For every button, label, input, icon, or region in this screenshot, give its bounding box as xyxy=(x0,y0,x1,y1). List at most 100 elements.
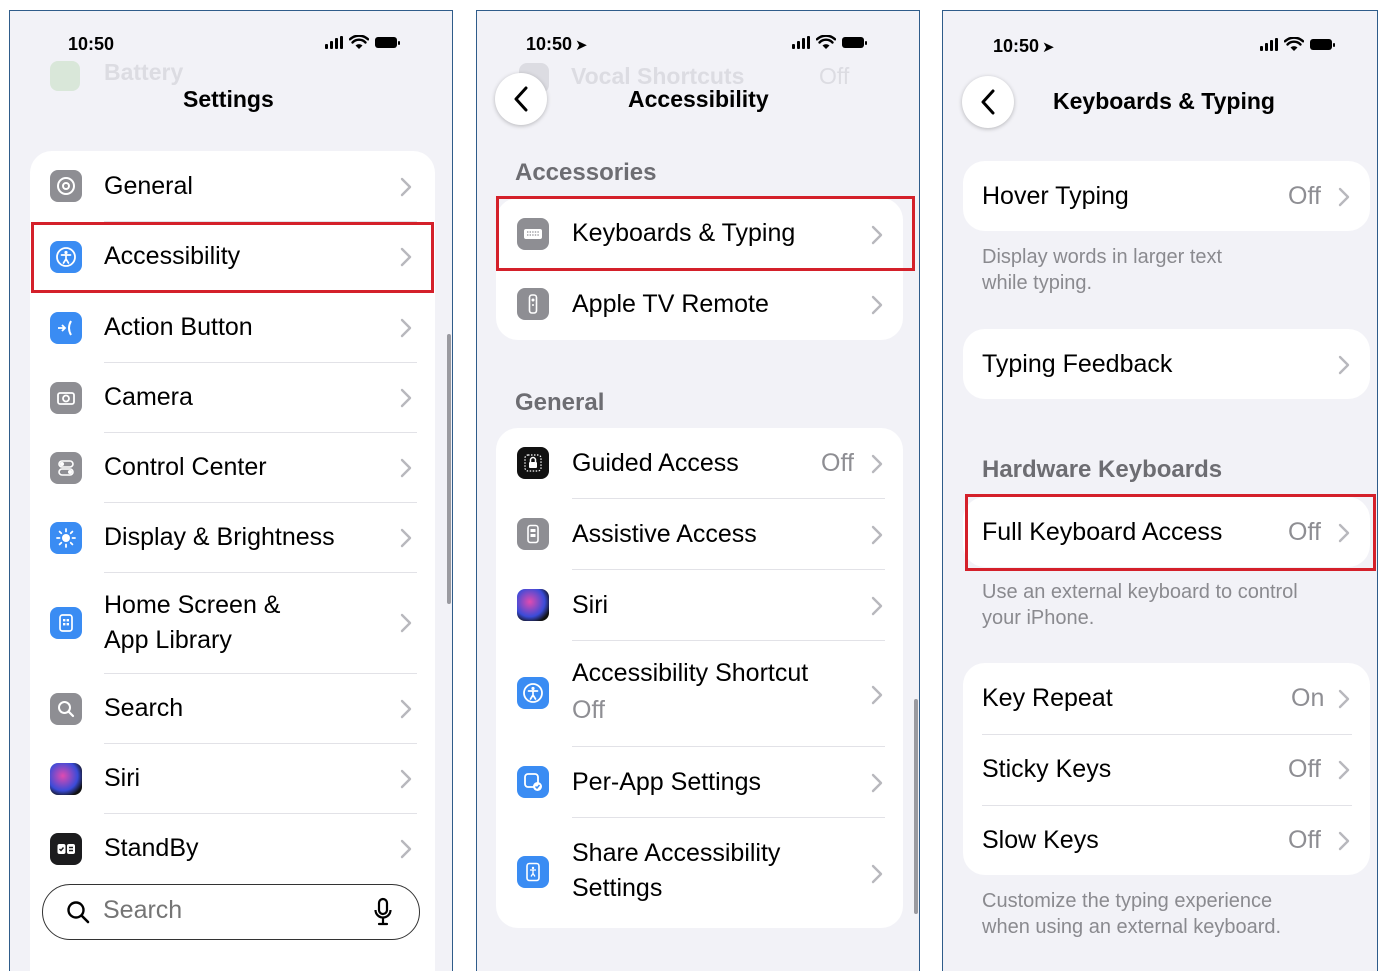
settings-item-key-repeat[interactable]: Key Repeat On xyxy=(963,663,1370,733)
chevron-right-icon xyxy=(400,613,412,633)
chevron-left-icon xyxy=(980,89,996,115)
settings-item-standby[interactable]: StandBy xyxy=(30,814,435,884)
settings-item-value: Off xyxy=(1288,182,1321,210)
settings-item-label: Camera xyxy=(104,383,193,411)
settings-item-siri[interactable]: Siri xyxy=(496,570,903,640)
footnote-line: Use an external keyboard to control xyxy=(982,581,1298,603)
settings-item-label: Keyboards & Typing xyxy=(572,219,796,247)
back-button[interactable] xyxy=(495,73,547,125)
footnote-line: Customize the typing experience xyxy=(982,890,1273,912)
settings-item-accessibility-shortcut[interactable]: Accessibility Shortcut Off xyxy=(496,641,903,746)
settings-item-subtitle: Off xyxy=(572,696,605,724)
chevron-right-icon xyxy=(871,525,883,545)
chevron-right-icon xyxy=(1338,831,1350,851)
settings-item-label: Per-App Settings xyxy=(572,768,761,796)
settings-item-typing-feedback[interactable]: Typing Feedback xyxy=(963,329,1370,399)
chevron-right-icon xyxy=(871,596,883,616)
full-keyboard-access-card: Full Keyboard Access Off xyxy=(963,497,1370,567)
settings-item-per-app-settings[interactable]: Per-App Settings xyxy=(496,747,903,817)
assistive-access-icon xyxy=(517,518,549,550)
accessibility-screen: Vocal Shortcuts Off 10:50 ➤ Accessibility… xyxy=(476,10,920,971)
lock-icon xyxy=(517,447,549,479)
footnote-line: when using an external keyboard. xyxy=(982,916,1282,938)
settings-item-label: Accessibility Shortcut xyxy=(572,659,809,687)
chevron-right-icon xyxy=(400,247,412,267)
chevron-right-icon xyxy=(1338,523,1350,543)
battery-icon xyxy=(50,61,80,91)
page-title: Keyboards & Typing xyxy=(1053,88,1275,114)
settings-item-guided-access[interactable]: Guided Access Off xyxy=(496,428,903,498)
microphone-icon[interactable] xyxy=(373,897,393,927)
ghost-row-value: Off xyxy=(819,63,850,89)
sun-icon xyxy=(50,522,82,554)
full-keyboard-footnote: Use an external keyboard to control your… xyxy=(982,579,1298,631)
footnote-line: while typing. xyxy=(982,272,1093,294)
keyboard-icon xyxy=(517,218,549,250)
settings-item-sticky-keys[interactable]: Sticky Keys Off xyxy=(963,735,1370,805)
chevron-right-icon xyxy=(871,225,883,245)
accessibility-icon xyxy=(517,677,549,709)
chevron-right-icon xyxy=(871,685,883,705)
settings-item-hover-typing[interactable]: Hover Typing Off xyxy=(963,161,1370,231)
settings-item-home-screen[interactable]: Home Screen & App Library xyxy=(30,573,435,673)
settings-item-label: Siri xyxy=(104,764,141,792)
settings-item-assistive-access[interactable]: Assistive Access xyxy=(496,499,903,569)
settings-item-label: Slow Keys xyxy=(982,826,1099,854)
search-bar[interactable] xyxy=(42,884,420,940)
settings-item-label: Key Repeat xyxy=(982,684,1113,712)
hover-typing-card: Hover Typing Off xyxy=(963,161,1370,231)
settings-item-label: General xyxy=(104,172,193,200)
settings-item-action-button[interactable]: Action Button xyxy=(30,293,435,363)
search-input[interactable] xyxy=(103,896,353,925)
chevron-right-icon xyxy=(400,769,412,789)
status-icons xyxy=(1260,37,1335,52)
settings-screen: Battery 10:50 Settings General Accessibi… xyxy=(9,10,453,971)
hover-typing-footnote: Display words in larger text while typin… xyxy=(982,244,1222,296)
section-header-general: General xyxy=(515,389,605,416)
settings-item-control-center[interactable]: Control Center xyxy=(30,433,435,503)
scrollbar[interactable] xyxy=(914,699,918,914)
settings-item-display-brightness[interactable]: Display & Brightness xyxy=(30,503,435,573)
settings-item-share-accessibility[interactable]: Share Accessibility Settings xyxy=(496,818,903,928)
settings-item-value: On xyxy=(1291,684,1325,712)
scrollbar[interactable] xyxy=(447,334,451,604)
section-header-accessories: Accessories xyxy=(515,159,657,186)
settings-item-slow-keys[interactable]: Slow Keys Off xyxy=(963,806,1370,875)
settings-item-search[interactable]: Search xyxy=(30,674,435,744)
keyboards-typing-screen: 10:50 ➤ Keyboards & Typing Hover Typing O… xyxy=(942,10,1378,971)
remote-icon xyxy=(517,288,549,320)
settings-item-apple-tv-remote[interactable]: Apple TV Remote xyxy=(496,270,903,340)
footnote-line: Display words in larger text xyxy=(982,246,1223,268)
settings-item-label: Search xyxy=(104,694,184,722)
settings-item-accessibility[interactable]: Accessibility xyxy=(30,222,435,292)
settings-item-siri[interactable]: Siri xyxy=(30,744,435,814)
settings-item-keyboards-typing[interactable]: Keyboards & Typing xyxy=(496,198,903,268)
chevron-right-icon xyxy=(400,318,412,338)
chevron-right-icon xyxy=(400,839,412,859)
settings-item-label: Display & Brightness xyxy=(104,523,335,551)
settings-item-value: Off xyxy=(1288,826,1321,854)
page-title: Accessibility xyxy=(628,86,769,112)
chevron-left-icon xyxy=(513,86,529,112)
settings-item-label: Typing Feedback xyxy=(982,350,1173,378)
settings-item-full-keyboard-access[interactable]: Full Keyboard Access Off xyxy=(963,497,1370,567)
ghost-row-label: Battery xyxy=(104,59,184,85)
settings-item-label: Siri xyxy=(572,591,609,619)
settings-item-value: Off xyxy=(1288,518,1321,546)
settings-item-value: Off xyxy=(1288,755,1321,783)
chevron-right-icon xyxy=(400,699,412,719)
chevron-right-icon xyxy=(871,454,883,474)
settings-item-label: Guided Access xyxy=(572,449,739,477)
settings-item-general[interactable]: General xyxy=(30,151,435,221)
settings-item-camera[interactable]: Camera xyxy=(30,363,435,433)
cellular-signal-icon xyxy=(325,36,343,49)
back-button[interactable] xyxy=(962,76,1014,128)
share-accessibility-icon xyxy=(517,856,549,888)
chevron-right-icon xyxy=(400,528,412,548)
chevron-right-icon xyxy=(400,177,412,197)
chevron-right-icon xyxy=(1338,355,1350,375)
chevron-right-icon xyxy=(871,864,883,884)
settings-item-label: StandBy xyxy=(104,834,199,862)
settings-item-label: Hover Typing xyxy=(982,182,1129,210)
settings-item-label: Accessibility xyxy=(104,242,241,270)
